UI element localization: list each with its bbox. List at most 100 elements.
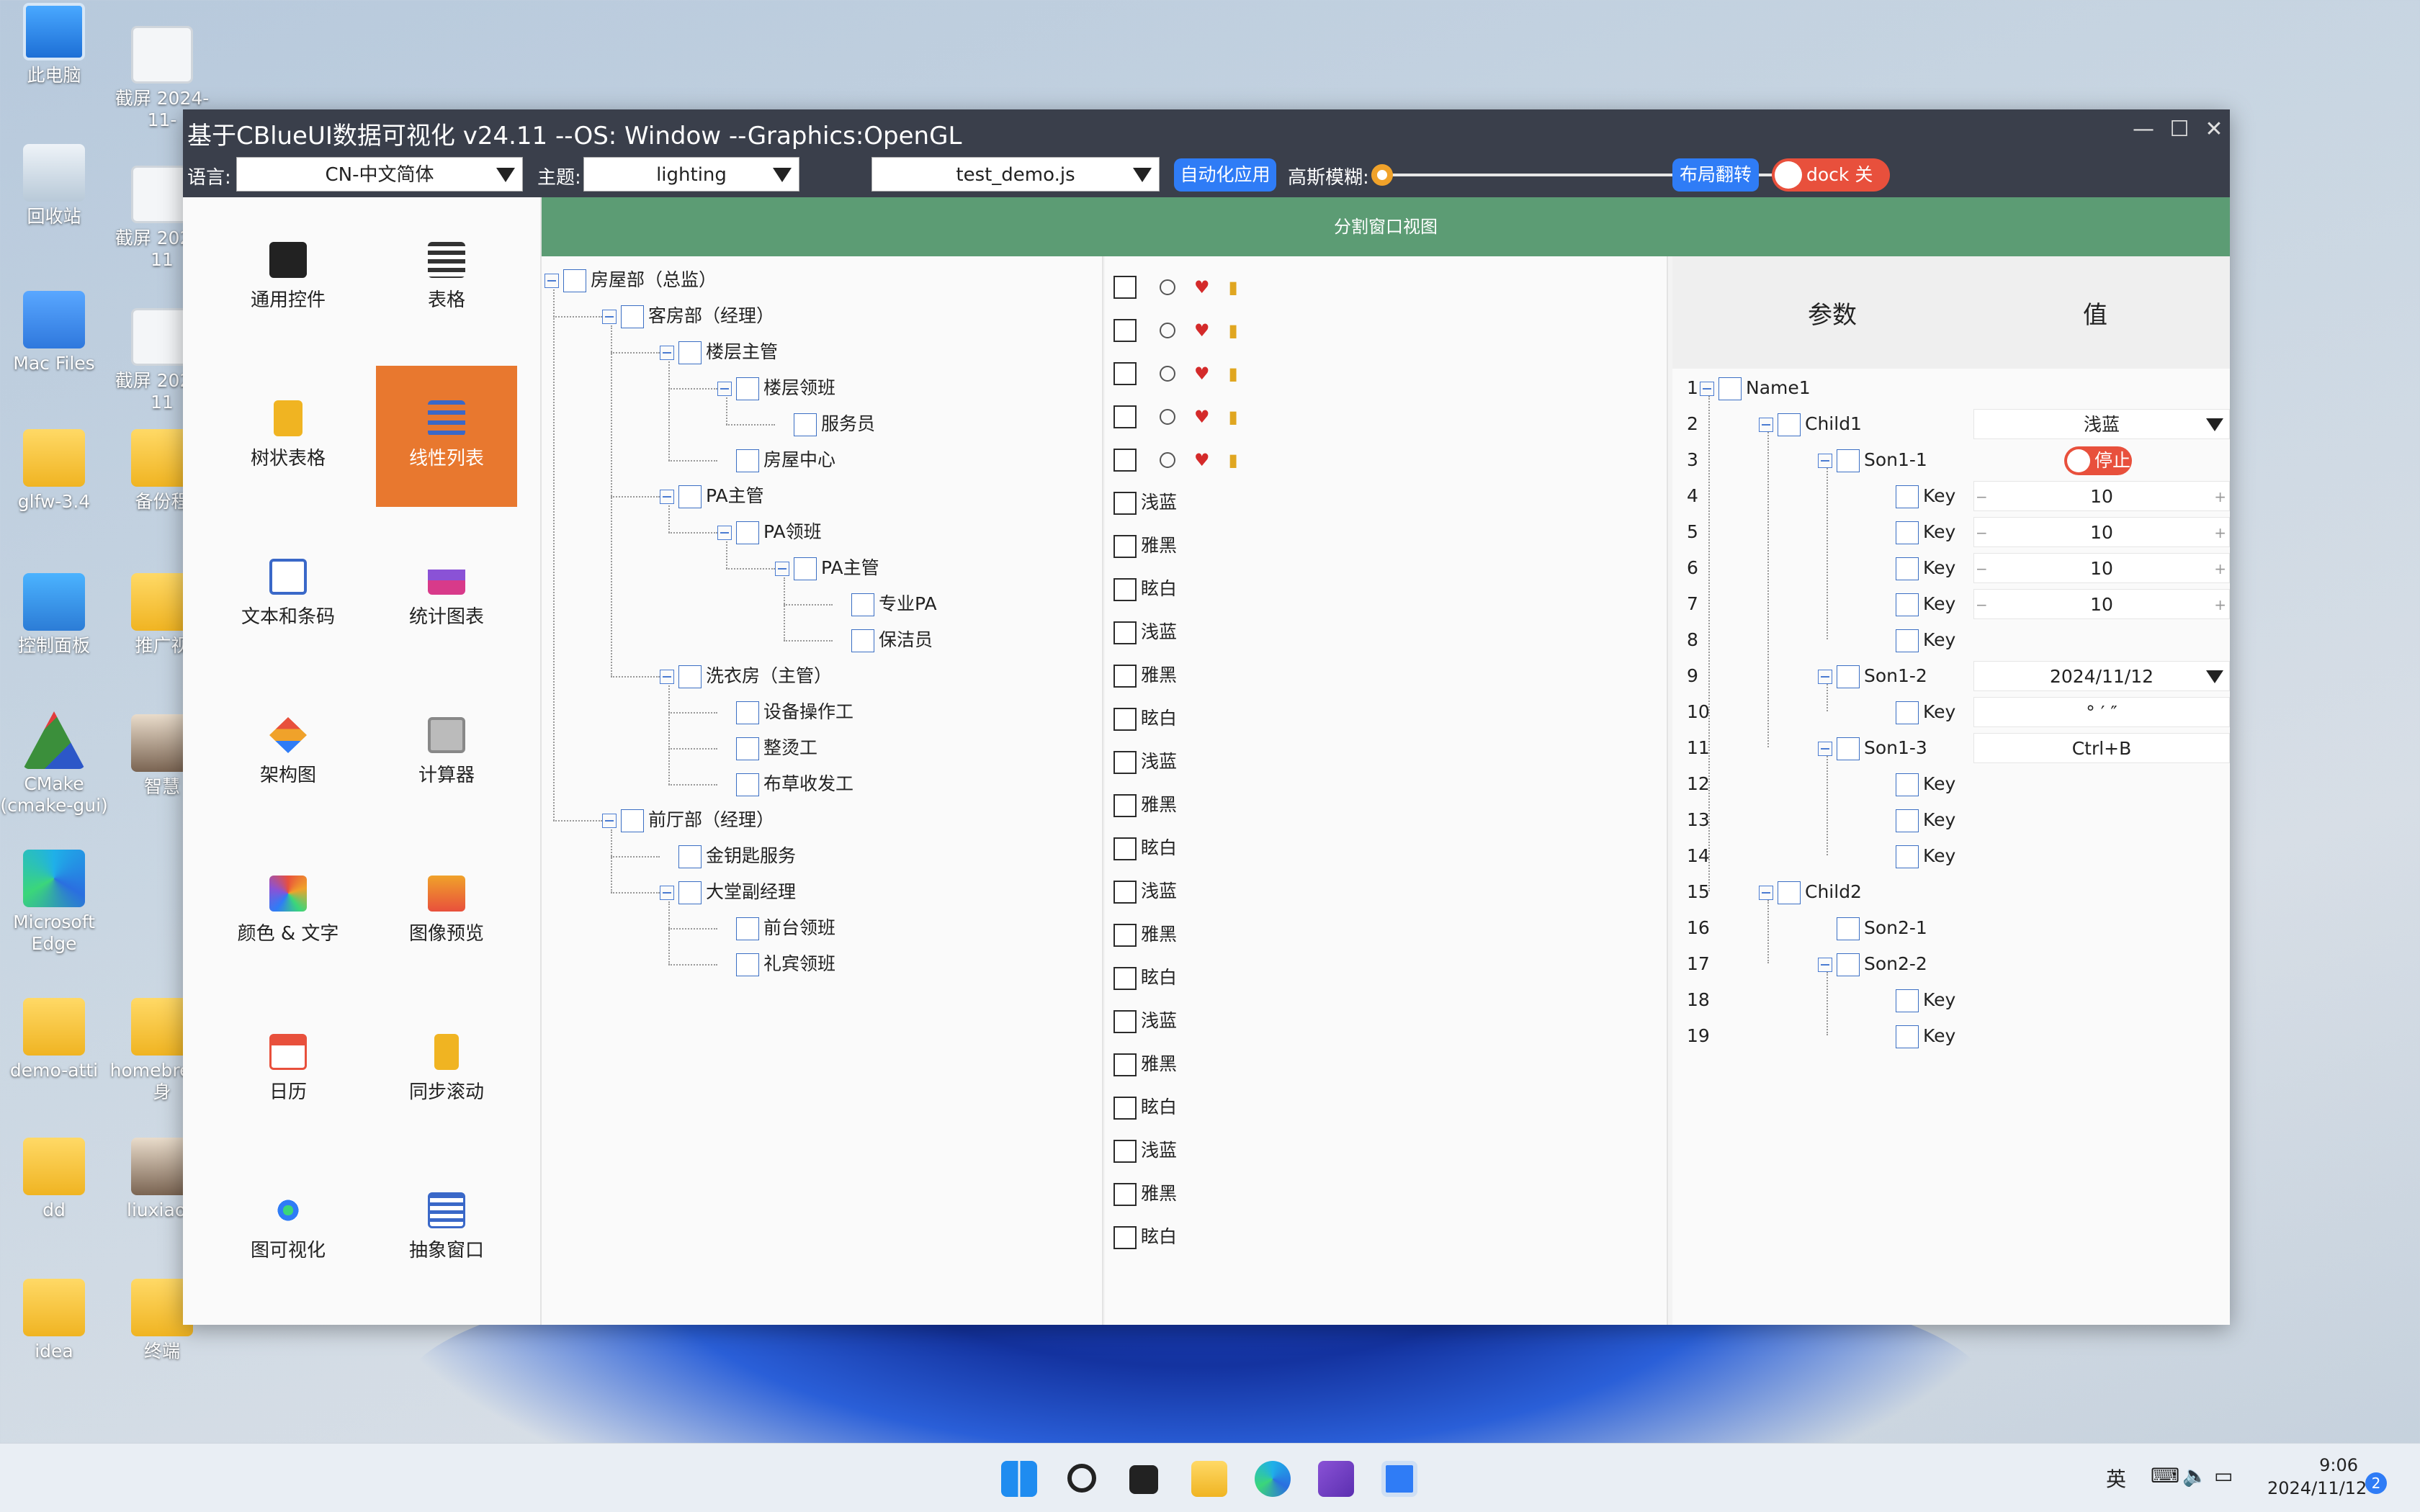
ime-indicator[interactable]: 英 [2106,1464,2126,1493]
list-item-checkbox[interactable] [1113,881,1137,904]
property-checkbox[interactable] [1778,881,1801,904]
increment-icon[interactable]: + [2214,590,2226,620]
trash-icon[interactable]: ▮ [1229,395,1238,438]
property-row[interactable]: 6 Key − +10 [1672,550,2230,586]
collapse-icon[interactable] [544,274,559,288]
notification-badge[interactable]: 2 [2365,1472,2387,1494]
tree-node-checkbox[interactable] [678,341,702,364]
heart-icon[interactable]: ♥ [1194,352,1210,395]
pause-icon[interactable] [1160,279,1175,295]
desktop-icon[interactable]: demo-atti [0,998,108,1081]
property-row[interactable]: 4 Key − +10 [1672,478,2230,514]
list-item[interactable]: 雅黑 [1113,524,1177,567]
stop-toggle[interactable]: 停止 [2064,446,2132,475]
desktop-icon[interactable]: CMake (cmake-gui) [0,711,108,816]
property-checkbox[interactable] [1896,521,1919,544]
property-row[interactable]: 11 Son1-3 Ctrl+B [1672,730,2230,766]
tree-node-checkbox[interactable] [736,917,759,940]
list-item-checkbox[interactable] [1113,1097,1137,1120]
collapse-icon[interactable] [1700,382,1714,396]
tree-node-checkbox[interactable] [621,809,644,832]
tree-node-checkbox[interactable] [678,485,702,508]
property-row[interactable]: 3 Son1-1 停止 [1672,442,2230,478]
tree-node[interactable]: 专业PA [833,588,937,621]
heart-icon[interactable]: ♥ [1194,309,1210,352]
list-item[interactable]: 眩白 [1113,1086,1177,1129]
nav-item[interactable]: 同步滚动 [376,999,517,1140]
file-explorer-icon[interactable] [1191,1461,1227,1497]
value-spinbox[interactable]: − +10 [1973,553,2230,583]
value-field[interactable]: Ctrl+B [1973,733,2230,763]
list-item[interactable]: 眩白 [1113,1215,1177,1259]
tree-node[interactable]: 大堂副经理 [660,876,796,909]
tree-node[interactable]: 整烫工 [717,732,817,765]
nav-item[interactable]: 图像预览 [376,841,517,982]
value-spinbox[interactable]: − +10 [1973,481,2230,511]
property-checkbox[interactable] [1896,773,1919,796]
nav-item[interactable]: 抽象窗口 [376,1158,517,1299]
start-icon[interactable] [1001,1461,1037,1497]
property-checkbox[interactable] [1896,557,1919,580]
network-icon[interactable]: ⌨ [2151,1464,2179,1488]
property-checkbox[interactable] [1837,665,1860,688]
list-item-checkbox[interactable] [1113,362,1137,385]
tree-node[interactable]: 楼层主管 [660,336,778,369]
tree-node[interactable]: 洗衣房（主管） [660,660,832,693]
list-item[interactable]: 浅蓝 [1113,611,1177,654]
increment-icon[interactable]: + [2214,554,2226,584]
tree-node-checkbox[interactable] [736,737,759,760]
property-row[interactable]: 15 Child2 [1672,874,2230,910]
property-row[interactable]: 1 Name1 [1672,370,2230,406]
property-row[interactable]: 2 Child1 浅蓝 [1672,406,2230,442]
property-checkbox[interactable] [1896,1025,1919,1048]
property-row[interactable]: 10 Key ° ′ ″ [1672,694,2230,730]
property-checkbox[interactable] [1896,989,1919,1012]
list-item-checkbox[interactable] [1113,751,1137,774]
close-button[interactable]: ✕ [2198,115,2230,144]
collapse-icon[interactable] [717,382,732,396]
property-row[interactable]: 19 Key [1672,1018,2230,1054]
property-checkbox[interactable] [1896,809,1919,832]
tree-node-checkbox[interactable] [678,845,702,868]
list-item-checkbox[interactable] [1113,794,1137,817]
tree-node[interactable]: 服务员 [775,408,875,441]
trash-icon[interactable]: ▮ [1229,309,1238,352]
pause-icon[interactable] [1160,452,1175,468]
tree-node[interactable]: 保洁员 [833,624,933,657]
property-checkbox[interactable] [1837,953,1860,976]
list-item[interactable]: 眩白 [1113,827,1177,870]
desktop-icon[interactable]: glfw-3.4 [0,429,108,513]
value-spinbox[interactable]: − +10 [1973,517,2230,547]
list-item-checkbox[interactable] [1113,665,1137,688]
auto-apply-button[interactable]: 自动化应用 [1174,158,1276,192]
tree-node[interactable]: PA主管 [775,552,879,585]
collapse-icon[interactable] [1818,742,1832,756]
tree-node[interactable]: 房屋中心 [717,444,835,477]
heart-icon[interactable]: ♥ [1194,395,1210,438]
tree-node[interactable]: 设备操作工 [717,696,853,729]
tree-node-checkbox[interactable] [736,953,759,976]
list-item-checkbox[interactable] [1113,405,1137,428]
increment-icon[interactable]: + [2214,518,2226,548]
system-clock[interactable]: 9:06 2024/11/12 [2267,1454,2367,1500]
property-row[interactable]: 17 Son2-2 [1672,946,2230,982]
list-item[interactable]: 浅蓝 [1113,740,1177,783]
property-checkbox[interactable] [1896,701,1919,724]
app-taskbar-icon[interactable] [1381,1461,1417,1497]
nav-item[interactable]: 文本和条码 [218,524,359,665]
list-item[interactable]: 雅黑 [1113,1043,1177,1086]
list-item-checkbox[interactable] [1113,449,1137,472]
tree-node-checkbox[interactable] [736,773,759,796]
pause-icon[interactable] [1160,366,1175,382]
trash-icon[interactable]: ▮ [1229,438,1238,482]
list-item-checkbox[interactable] [1113,319,1137,342]
tree-node[interactable]: 金钥匙服务 [660,840,796,873]
pause-icon[interactable] [1160,323,1175,338]
list-item[interactable]: ♥ ▮ [1113,438,1238,481]
property-row[interactable]: 7 Key − +10 [1672,586,2230,622]
collapse-icon[interactable] [660,490,674,504]
property-row[interactable]: 14 Key [1672,838,2230,874]
tree-node-checkbox[interactable] [794,557,817,580]
maximize-button[interactable]: ☐ [2164,115,2195,144]
tree-node-checkbox[interactable] [678,665,702,688]
